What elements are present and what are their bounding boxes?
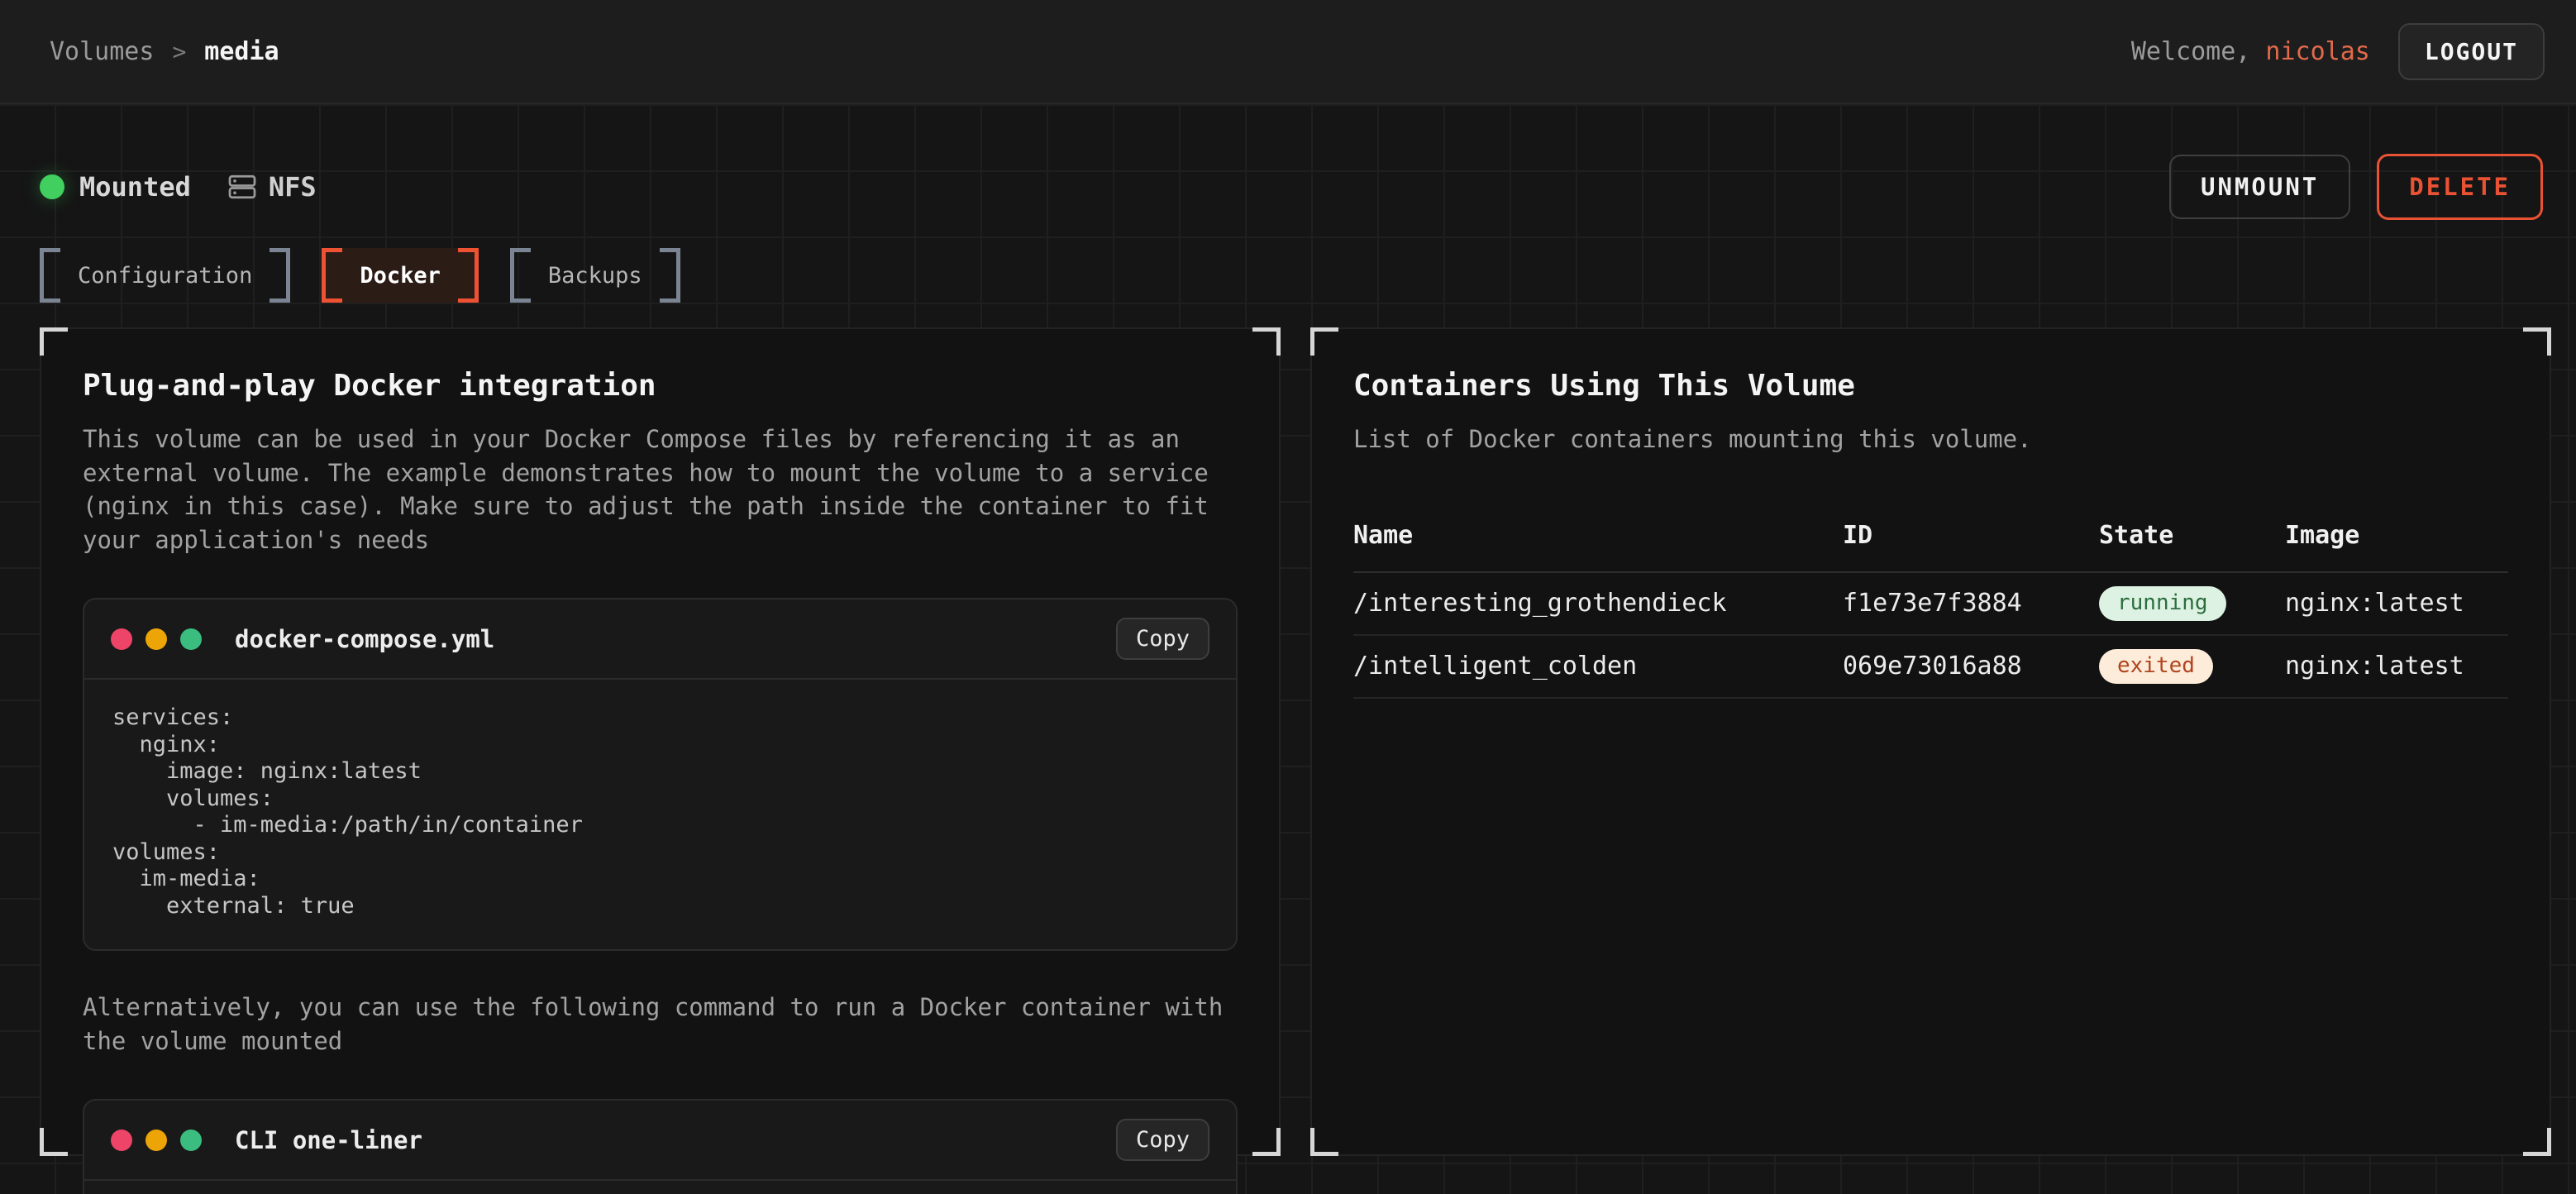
panel-corner-bracket bbox=[2523, 327, 2551, 356]
docker-integration-panel: Plug-and-play Docker integration This vo… bbox=[40, 327, 1281, 1156]
chevron-right-icon: > bbox=[172, 38, 186, 65]
container-image: nginx:latest bbox=[2285, 589, 2508, 618]
tab-bar: Configuration Docker Backups bbox=[40, 248, 2576, 303]
panel-corner-bracket bbox=[1252, 327, 1281, 356]
window-dot-red-icon bbox=[111, 1130, 132, 1151]
compose-filename: docker-compose.yml bbox=[235, 625, 494, 653]
window-dot-yellow-icon bbox=[145, 1130, 167, 1151]
tab-docker[interactable]: Docker bbox=[322, 248, 479, 303]
breadcrumb-volumes-link[interactable]: Volumes bbox=[50, 37, 154, 66]
cli-code-block-header: CLI one-liner Copy bbox=[84, 1101, 1236, 1181]
panel-corner-bracket bbox=[40, 327, 68, 356]
compose-code-block: docker-compose.yml Copy services: nginx:… bbox=[83, 598, 1238, 951]
containers-panel-title: Containers Using This Volume bbox=[1353, 369, 2508, 403]
tab-configuration[interactable]: Configuration bbox=[40, 248, 290, 303]
container-image: nginx:latest bbox=[2285, 652, 2508, 681]
copy-compose-button[interactable]: Copy bbox=[1116, 618, 1209, 660]
cli-code-block: CLI one-liner Copy docker run -v im-medi… bbox=[83, 1099, 1238, 1194]
volume-status: Mounted NFS bbox=[40, 171, 317, 203]
delete-button[interactable]: DELETE bbox=[2377, 154, 2543, 220]
copy-cli-button[interactable]: Copy bbox=[1116, 1119, 1209, 1161]
container-name: /interesting_grothendieck bbox=[1353, 589, 1843, 618]
driver-label: NFS bbox=[269, 171, 317, 203]
window-dot-green-icon bbox=[180, 628, 202, 650]
docker-panel-title: Plug-and-play Docker integration bbox=[83, 369, 1238, 403]
containers-panel: Containers Using This Volume List of Doc… bbox=[1310, 327, 2551, 1156]
breadcrumb-current-volume: media bbox=[204, 37, 279, 66]
driver-badge: NFS bbox=[227, 171, 317, 203]
username: nicolas bbox=[2265, 37, 2369, 66]
containers-table: Name ID State Image /interesting_grothen… bbox=[1353, 506, 2508, 699]
volume-actions: UNMOUNT DELETE bbox=[2169, 154, 2543, 220]
window-dot-green-icon bbox=[180, 1130, 202, 1151]
panel-corner-bracket bbox=[1310, 327, 1338, 356]
tab-backups-label: Backups bbox=[548, 263, 642, 289]
column-header-image: Image bbox=[2285, 521, 2508, 550]
column-header-state: State bbox=[2099, 521, 2285, 550]
top-bar-right: Welcome, nicolas LOGOUT bbox=[2131, 23, 2545, 80]
cli-intro-text: Alternatively, you can use the following… bbox=[83, 991, 1238, 1058]
tab-backups[interactable]: Backups bbox=[510, 248, 680, 303]
top-bar: Volumes > media Welcome, nicolas LOGOUT bbox=[0, 0, 2576, 104]
column-header-id: ID bbox=[1843, 521, 2099, 550]
welcome-prefix: Welcome, bbox=[2131, 37, 2251, 66]
tab-docker-label: Docker bbox=[360, 263, 441, 289]
cli-code: docker run -v im-media:/path/in/containe… bbox=[84, 1181, 1236, 1194]
container-id: 069e73016a88 bbox=[1843, 652, 2099, 681]
panel-corner-bracket bbox=[2523, 1128, 2551, 1156]
container-id: f1e73e7f3884 bbox=[1843, 589, 2099, 618]
logout-button[interactable]: LOGOUT bbox=[2398, 23, 2545, 80]
status-badge: running bbox=[2099, 586, 2226, 621]
containers-table-header: Name ID State Image bbox=[1353, 506, 2508, 573]
table-row[interactable]: /intelligent_colden 069e73016a88 exited … bbox=[1353, 636, 2508, 699]
mounted-status: Mounted bbox=[40, 171, 191, 203]
container-name: /intelligent_colden bbox=[1353, 652, 1843, 681]
tab-configuration-label: Configuration bbox=[78, 263, 252, 289]
server-icon bbox=[227, 172, 257, 202]
window-dot-yellow-icon bbox=[145, 628, 167, 650]
mounted-status-dot-icon bbox=[40, 174, 64, 199]
column-header-name: Name bbox=[1353, 521, 1843, 550]
cli-title: CLI one-liner bbox=[235, 1126, 422, 1154]
mounted-status-label: Mounted bbox=[79, 171, 191, 203]
window-dot-red-icon bbox=[111, 628, 132, 650]
panel-corner-bracket bbox=[40, 1128, 68, 1156]
status-badge: exited bbox=[2099, 649, 2213, 684]
status-actions-row: Mounted NFS UNMOUNT DELETE bbox=[40, 154, 2543, 220]
docker-panel-description: This volume can be used in your Docker C… bbox=[83, 423, 1238, 556]
panel-corner-bracket bbox=[1310, 1128, 1338, 1156]
compose-code: services: nginx: image: nginx:latest vol… bbox=[84, 680, 1236, 949]
panel-corner-bracket bbox=[1252, 1128, 1281, 1156]
breadcrumb: Volumes > media bbox=[50, 37, 279, 66]
panels-row: Plug-and-play Docker integration This vo… bbox=[40, 327, 2551, 1156]
compose-code-block-header: docker-compose.yml Copy bbox=[84, 599, 1236, 680]
unmount-button[interactable]: UNMOUNT bbox=[2169, 155, 2350, 219]
table-row[interactable]: /interesting_grothendieck f1e73e7f3884 r… bbox=[1353, 573, 2508, 636]
containers-panel-description: List of Docker containers mounting this … bbox=[1353, 423, 2508, 456]
welcome-text: Welcome, nicolas bbox=[2131, 37, 2370, 66]
page: Volumes > media Welcome, nicolas LOGOUT … bbox=[0, 0, 2576, 1194]
